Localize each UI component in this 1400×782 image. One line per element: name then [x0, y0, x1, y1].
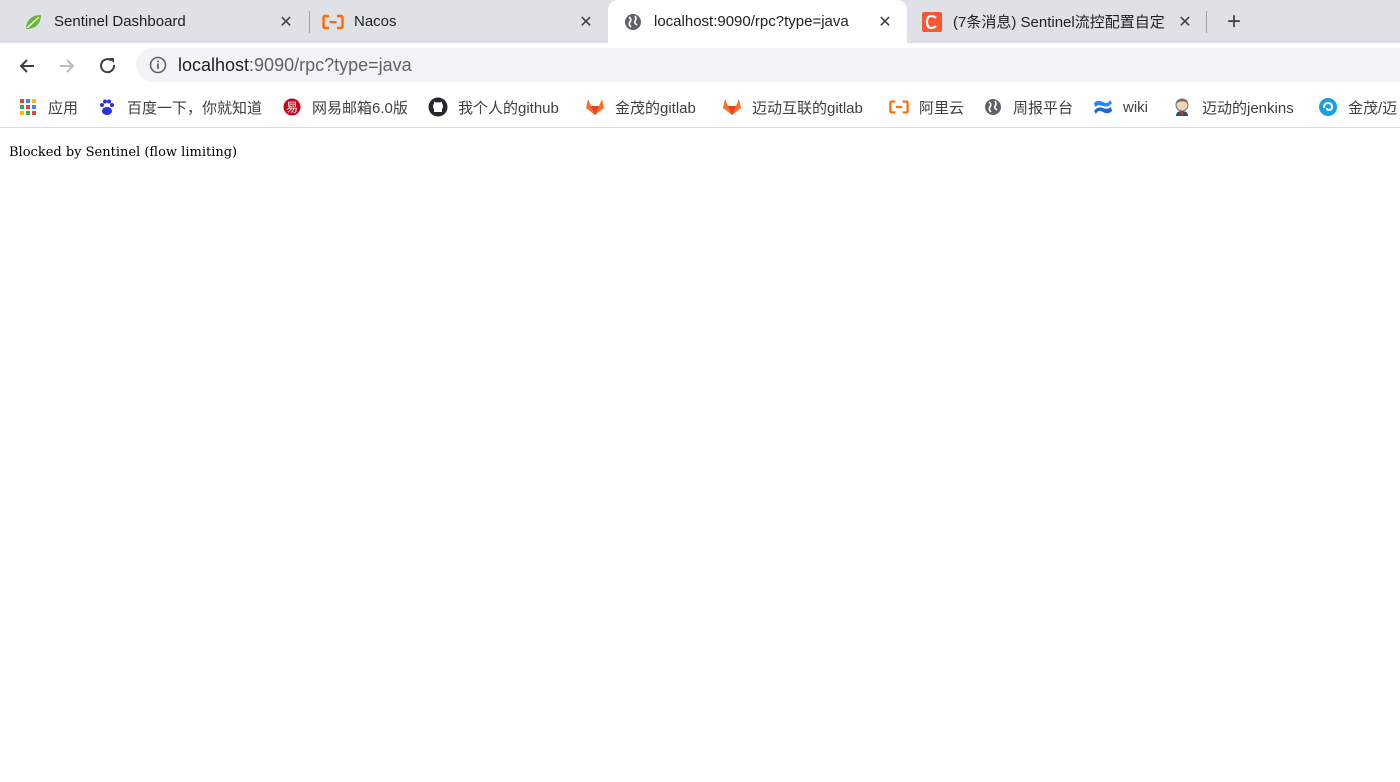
arrow-right-icon [60, 59, 75, 73]
tab-localhost[interactable]: localhost:9090/rpc?type=java ✕ [608, 0, 907, 43]
netease-mail-icon: 易 [282, 97, 302, 117]
bookmark-label: 我个人的github [458, 99, 559, 117]
browser-toolbar: localhost:9090/rpc?type=java [0, 43, 1400, 88]
baidu-paw-icon [97, 97, 117, 117]
close-icon[interactable]: ✕ [276, 12, 296, 32]
info-icon[interactable] [149, 56, 167, 74]
tab-sentinel-dashboard[interactable]: Sentinel Dashboard ✕ [0, 0, 308, 43]
spring-leaf-icon [22, 11, 44, 33]
tab-separator [1206, 11, 1207, 33]
gitlab-icon [585, 97, 605, 117]
bookmark-label: wiki [1123, 98, 1148, 116]
gitlab-icon [722, 97, 742, 117]
bookmark-label: 金茂的gitlab [615, 99, 696, 117]
tab-title: Nacos [354, 13, 397, 30]
bookmark-label: 迈动的jenkins [1202, 99, 1294, 117]
swirl-icon [1318, 97, 1338, 117]
close-icon[interactable]: ✕ [1175, 12, 1195, 32]
bookmark-label: 阿里云 [919, 99, 965, 117]
close-icon[interactable]: ✕ [875, 12, 895, 32]
reload-icon [100, 58, 116, 74]
bookmark-aliyun[interactable]: 阿里云 [889, 88, 964, 126]
tab-csdn[interactable]: (7条消息) Sentinel流控配置自定 ✕ [907, 0, 1207, 43]
arrow-left-icon [19, 59, 34, 73]
globe-icon [622, 11, 644, 33]
bookmark-netease-mail[interactable]: 易 网易邮箱6.0版 [282, 88, 408, 126]
forward-button[interactable] [52, 51, 82, 81]
tab-title: (7条消息) Sentinel流控配置自定 [953, 14, 1165, 31]
bookmark-jenkins[interactable]: 迈动的jenkins [1172, 88, 1294, 126]
aliyun-icon [889, 97, 909, 117]
globe-icon [983, 97, 1003, 117]
confluence-icon [1093, 97, 1113, 117]
bookmarks-bar: 应用 百度一下，你就知道 易 网易邮箱6.0版 我个人的github 金茂的gi… [0, 88, 1400, 128]
bookmark-apps[interactable]: 应用 [18, 88, 78, 126]
github-icon [428, 97, 448, 117]
tab-strip: Sentinel Dashboard ✕ Nacos ✕ localhost:9… [0, 0, 1400, 43]
bookmark-baidu[interactable]: 百度一下，你就知道 [97, 88, 262, 126]
blocked-message: Blocked by Sentinel (flow limiting) [9, 145, 238, 160]
bookmark-label: 金茂/迈 [1348, 99, 1398, 117]
url-host: localhost [178, 54, 250, 75]
reload-button[interactable] [93, 51, 123, 81]
tab-title: localhost:9090/rpc?type=java [654, 13, 849, 30]
back-button[interactable] [12, 51, 42, 81]
bookmark-label: 迈动互联的gitlab [752, 99, 863, 117]
new-tab-button[interactable]: + [1220, 8, 1248, 36]
tab-nacos[interactable]: Nacos ✕ [300, 0, 608, 43]
bookmark-label: 周报平台 [1013, 99, 1074, 117]
bookmark-label: 百度一下，你就知道 [127, 99, 263, 117]
bookmark-maidong-gitlab[interactable]: 迈动互联的gitlab [722, 88, 863, 126]
bookmark-label: 应用 [48, 99, 79, 117]
url-text: localhost:9090/rpc?type=java [178, 55, 412, 76]
bookmark-weekly-report[interactable]: 周报平台 [983, 88, 1073, 126]
bookmark-jinmao[interactable]: 金茂/迈 [1318, 88, 1397, 126]
url-path: :9090/rpc?type=java [249, 54, 412, 75]
page-content: Blocked by Sentinel (flow limiting) [0, 129, 1400, 782]
close-icon[interactable]: ✕ [576, 12, 596, 32]
apps-grid-icon [18, 97, 38, 117]
bookmark-wiki[interactable]: wiki [1093, 88, 1148, 126]
address-bar[interactable]: localhost:9090/rpc?type=java [136, 48, 1400, 82]
aliyun-icon [322, 11, 344, 33]
bookmark-github[interactable]: 我个人的github [428, 88, 559, 126]
bookmark-jinmao-gitlab[interactable]: 金茂的gitlab [585, 88, 696, 126]
svg-text:易: 易 [286, 101, 298, 115]
csdn-icon [921, 11, 943, 33]
bookmark-label: 网易邮箱6.0版 [312, 99, 408, 117]
tab-title: Sentinel Dashboard [54, 13, 186, 30]
jenkins-icon [1172, 97, 1192, 117]
